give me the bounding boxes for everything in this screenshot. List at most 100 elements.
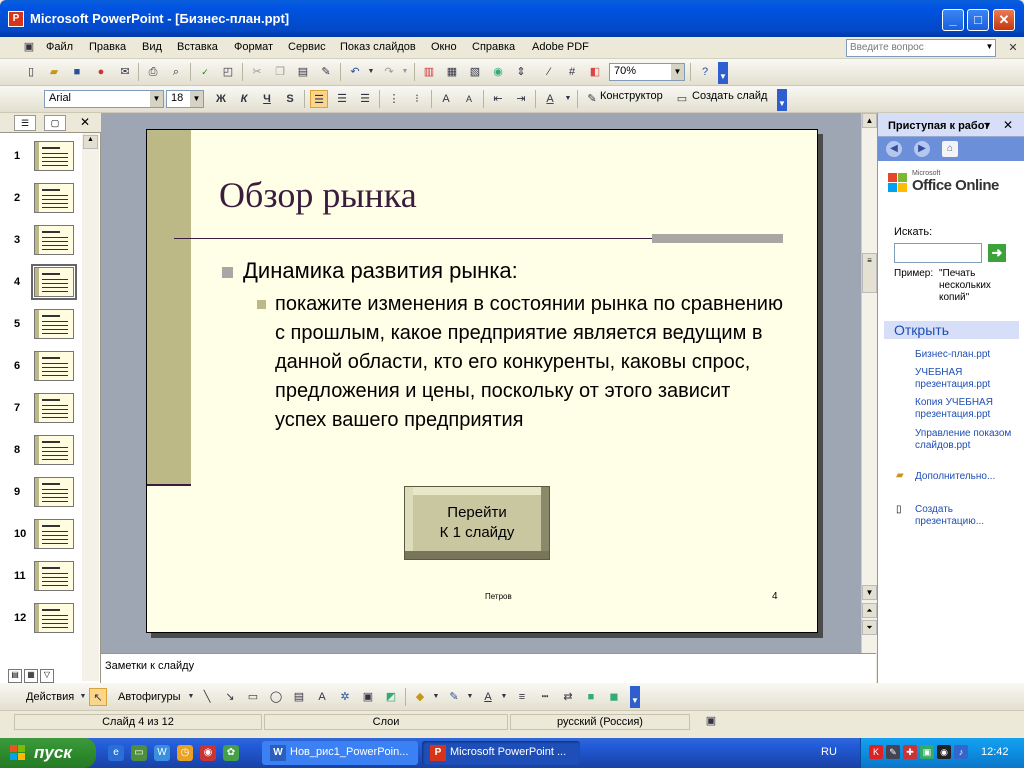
internet-explorer-icon[interactable]: e bbox=[108, 745, 124, 761]
document-icon[interactable]: ▣ bbox=[20, 38, 38, 56]
diagram-icon[interactable]: ✲ bbox=[336, 688, 354, 706]
decrease-font-icon[interactable]: A bbox=[460, 90, 478, 108]
menu-edit[interactable]: Правка bbox=[89, 41, 126, 53]
align-center-icon[interactable]: ☰ bbox=[333, 90, 351, 108]
research-icon[interactable]: ◰ bbox=[219, 63, 237, 81]
kaspersky-icon[interactable]: K bbox=[869, 745, 883, 759]
slide-thumbnail[interactable]: 2 bbox=[0, 183, 80, 219]
shadow-button[interactable]: S bbox=[281, 90, 299, 108]
bullet-level-1[interactable]: Динамика развития рынка: bbox=[222, 258, 518, 284]
slide-thumbnail[interactable]: 1 bbox=[0, 141, 80, 177]
maximize-button[interactable]: □ bbox=[967, 9, 989, 31]
chevron-down-icon[interactable]: ▼ bbox=[983, 39, 996, 57]
color-grayscale-icon[interactable]: ◧ bbox=[586, 63, 604, 81]
slide-thumbnail[interactable]: 4 bbox=[0, 264, 80, 303]
notes-pane[interactable]: Заметки к слайду bbox=[101, 653, 876, 683]
insert-picture-icon[interactable]: ◩ bbox=[382, 688, 400, 706]
close-document-icon[interactable]: ✕ bbox=[1004, 39, 1022, 57]
underline-button[interactable]: Ч bbox=[258, 90, 276, 108]
create-presentation-link[interactable]: Создать презентацию... bbox=[915, 504, 1019, 528]
italic-button[interactable]: К bbox=[235, 90, 253, 108]
chevron-down-icon[interactable]: ▼ bbox=[190, 91, 203, 107]
chevron-down-icon[interactable]: ▼ bbox=[983, 120, 992, 130]
increase-font-icon[interactable]: A bbox=[437, 90, 455, 108]
recent-file-link[interactable]: Управление показом слайдов.ppt bbox=[915, 428, 1019, 452]
oval-icon[interactable]: ◯ bbox=[267, 688, 285, 706]
arrow-style-icon[interactable]: ⇄ bbox=[559, 688, 577, 706]
window-titlebar[interactable]: P Microsoft PowerPoint - [Бизнес-план.pp… bbox=[0, 0, 1024, 37]
volume-icon[interactable]: ♪ bbox=[954, 745, 968, 759]
redo-dropdown-icon[interactable]: ▼ bbox=[396, 63, 414, 81]
spelling-status-icon[interactable]: ▣ bbox=[702, 712, 720, 730]
previous-slide-icon[interactable]: ⏶ bbox=[862, 603, 877, 618]
show-desktop-icon[interactable]: ▭ bbox=[131, 745, 147, 761]
close-icon[interactable]: ✕ bbox=[1003, 118, 1013, 132]
tray-app-icon[interactable]: ▣ bbox=[920, 745, 934, 759]
minimize-button[interactable]: _ bbox=[942, 9, 964, 31]
tray-app-icon[interactable]: ✎ bbox=[886, 745, 900, 759]
font-name-select[interactable]: Arial ▼ bbox=[44, 90, 164, 108]
scroll-down-icon[interactable]: ▼ bbox=[862, 585, 877, 600]
normal-view-icon[interactable]: ▤ bbox=[8, 669, 22, 683]
bullets-icon[interactable]: ⁝ bbox=[408, 90, 426, 108]
decrease-indent-icon[interactable]: ⇤ bbox=[489, 90, 507, 108]
thumbnail-scrollbar[interactable]: ▲ bbox=[82, 133, 99, 681]
more-files-link[interactable]: Дополнительно... bbox=[915, 471, 1019, 483]
start-button[interactable]: пуск bbox=[0, 738, 96, 768]
chevron-down-icon[interactable]: ▼ bbox=[427, 688, 445, 706]
menu-slideshow[interactable]: Показ слайдов bbox=[340, 41, 416, 53]
menu-view[interactable]: Вид bbox=[142, 41, 162, 53]
increase-indent-icon[interactable]: ⇥ bbox=[512, 90, 530, 108]
insert-picture-icon[interactable]: ◉ bbox=[489, 63, 507, 81]
format-painter-icon[interactable]: ✎ bbox=[317, 63, 335, 81]
search-input[interactable] bbox=[894, 243, 982, 263]
numbering-icon[interactable]: ⋮ bbox=[385, 90, 403, 108]
chevron-down-icon[interactable]: ▼ bbox=[461, 688, 479, 706]
task-pane-title[interactable]: Приступая к работе bbox=[888, 120, 988, 132]
slide-thumbnail[interactable]: 11 bbox=[0, 561, 80, 597]
font-size-select[interactable]: 18 ▼ bbox=[166, 90, 204, 108]
tray-app-icon[interactable]: ✚ bbox=[903, 745, 917, 759]
taskbar-item-powerpoint[interactable]: P Microsoft PowerPoint ... bbox=[422, 741, 580, 765]
media-icon[interactable]: ◷ bbox=[177, 745, 193, 761]
slide-vertical-scrollbar[interactable]: ▲ ≡ ▼ ⏶ ⏷ bbox=[861, 113, 877, 653]
office-online-logo[interactable]: Microsoft Office Online bbox=[888, 167, 1018, 199]
close-icon[interactable]: ✕ bbox=[80, 115, 90, 129]
slide-thumbnail[interactable]: 6 bbox=[0, 351, 80, 387]
arrow-icon[interactable]: ↘ bbox=[221, 688, 239, 706]
scroll-up-icon[interactable]: ▲ bbox=[862, 113, 877, 128]
chevron-down-icon[interactable]: ▼ bbox=[150, 91, 163, 107]
slideshow-view-icon[interactable]: ▽ bbox=[40, 669, 54, 683]
toolbar-options-icon[interactable]: ▼ bbox=[630, 686, 640, 708]
slide-thumbnail[interactable]: 7 bbox=[0, 393, 80, 429]
new-document-icon[interactable]: ▯ bbox=[22, 63, 40, 81]
font-color-icon[interactable]: A bbox=[541, 90, 559, 108]
recent-file-link[interactable]: Бизнес-план.ppt bbox=[915, 349, 1019, 361]
open-folder-icon[interactable]: ▰ bbox=[45, 63, 63, 81]
dash-style-icon[interactable]: ┅ bbox=[536, 688, 554, 706]
spelling-icon[interactable]: ✓ bbox=[196, 63, 214, 81]
wordart-icon[interactable]: A bbox=[313, 688, 331, 706]
slide-thumbnail[interactable]: 8 bbox=[0, 435, 80, 471]
menu-window[interactable]: Окно bbox=[431, 41, 457, 53]
rectangle-icon[interactable]: ▭ bbox=[244, 688, 262, 706]
3d-style-icon[interactable]: ◼ bbox=[605, 688, 623, 706]
taskbar-item-word[interactable]: W Нов_рис1_PowerPoin... bbox=[262, 741, 418, 765]
copy-icon[interactable]: ❐ bbox=[271, 63, 289, 81]
recent-file-link[interactable]: Копия УЧЕБНАЯ презентация.ppt bbox=[915, 397, 1019, 421]
zoom-select[interactable]: 70% ▼ bbox=[609, 63, 685, 81]
powerpoint-app-icon[interactable]: P bbox=[8, 11, 24, 27]
tab-slides[interactable]: ▢ bbox=[44, 115, 66, 131]
scroll-up-icon[interactable]: ▲ bbox=[83, 135, 98, 149]
insert-table-icon[interactable]: ▦ bbox=[443, 63, 461, 81]
new-slide-button[interactable]: Создать слайд bbox=[692, 90, 767, 102]
home-icon[interactable]: ⌂ bbox=[942, 141, 958, 157]
line-icon[interactable]: ╲ bbox=[198, 688, 216, 706]
chevron-down-icon[interactable]: ▼ bbox=[495, 688, 513, 706]
forward-icon[interactable]: ▶ bbox=[914, 141, 930, 157]
toolbar-options-icon[interactable]: ▼ bbox=[777, 89, 787, 111]
sorter-view-icon[interactable]: ▦ bbox=[24, 669, 38, 683]
save-icon[interactable]: ■ bbox=[68, 63, 86, 81]
undo-dropdown-icon[interactable]: ▼ bbox=[362, 63, 380, 81]
help-icon[interactable]: ? bbox=[696, 63, 714, 81]
